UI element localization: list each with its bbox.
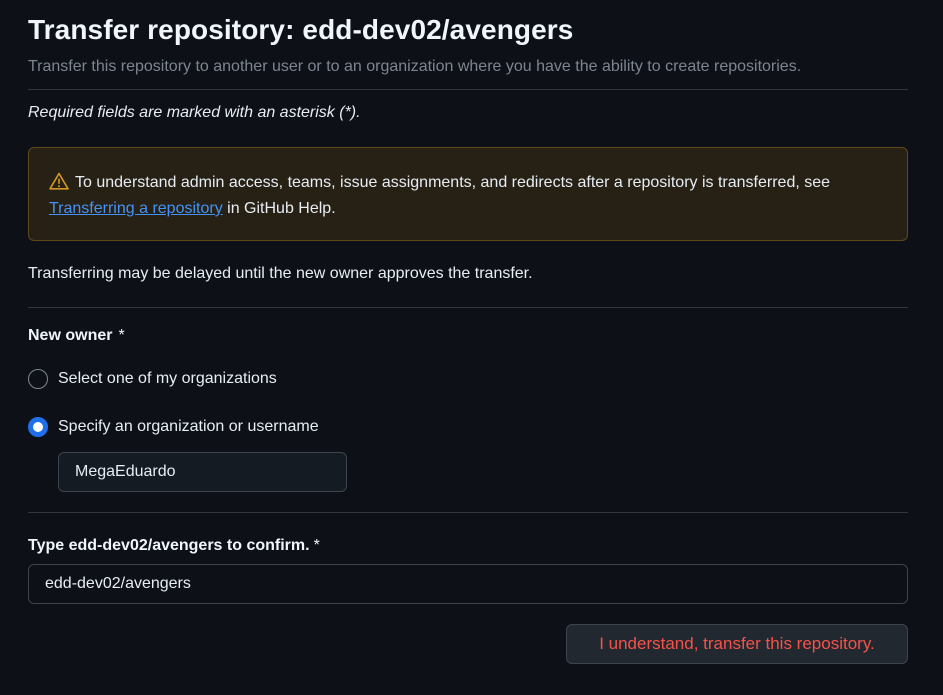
divider xyxy=(28,307,908,308)
radio-label: Specify an organization or username xyxy=(58,418,319,435)
new-owner-label-text: New owner xyxy=(28,327,113,344)
divider xyxy=(28,89,908,90)
radio-select-organization[interactable]: Select one of my organizations xyxy=(28,369,277,389)
radio-label: Select one of my organizations xyxy=(58,370,277,387)
required-mark: * xyxy=(118,327,125,344)
radio-button[interactable] xyxy=(28,369,48,389)
confirm-repository-input[interactable] xyxy=(28,564,908,604)
warning-flash: To understand admin access, teams, issue… xyxy=(28,147,908,241)
divider xyxy=(28,512,908,513)
alert-icon xyxy=(49,172,69,190)
flash-text-after: in GitHub Help. xyxy=(222,200,336,217)
required-mark: * xyxy=(313,537,320,554)
transferring-repository-link[interactable]: Transferring a repository xyxy=(49,200,223,217)
transfer-repository-button[interactable]: I understand, transfer this repository. xyxy=(566,624,908,664)
transfer-delay-note: Transferring may be delayed until the ne… xyxy=(28,265,533,282)
flash-text-before: To understand admin access, teams, issue… xyxy=(75,174,831,191)
new-owner-label: New owner * xyxy=(28,327,125,345)
owner-username-input[interactable] xyxy=(58,452,347,492)
required-fields-note: Required fields are marked with an aster… xyxy=(28,104,361,121)
radio-button-checked[interactable] xyxy=(28,417,48,437)
transfer-repository-page: Transfer repository: edd-dev02/avengers … xyxy=(0,0,943,695)
radio-specify-username[interactable]: Specify an organization or username xyxy=(28,417,319,437)
page-subtitle: Transfer this repository to another user… xyxy=(28,58,802,75)
confirm-label-text: Type edd-dev02/avengers to confirm. xyxy=(28,537,310,554)
confirm-label: Type edd-dev02/avengers to confirm. * xyxy=(28,537,320,555)
page-title: Transfer repository: edd-dev02/avengers xyxy=(28,14,574,45)
